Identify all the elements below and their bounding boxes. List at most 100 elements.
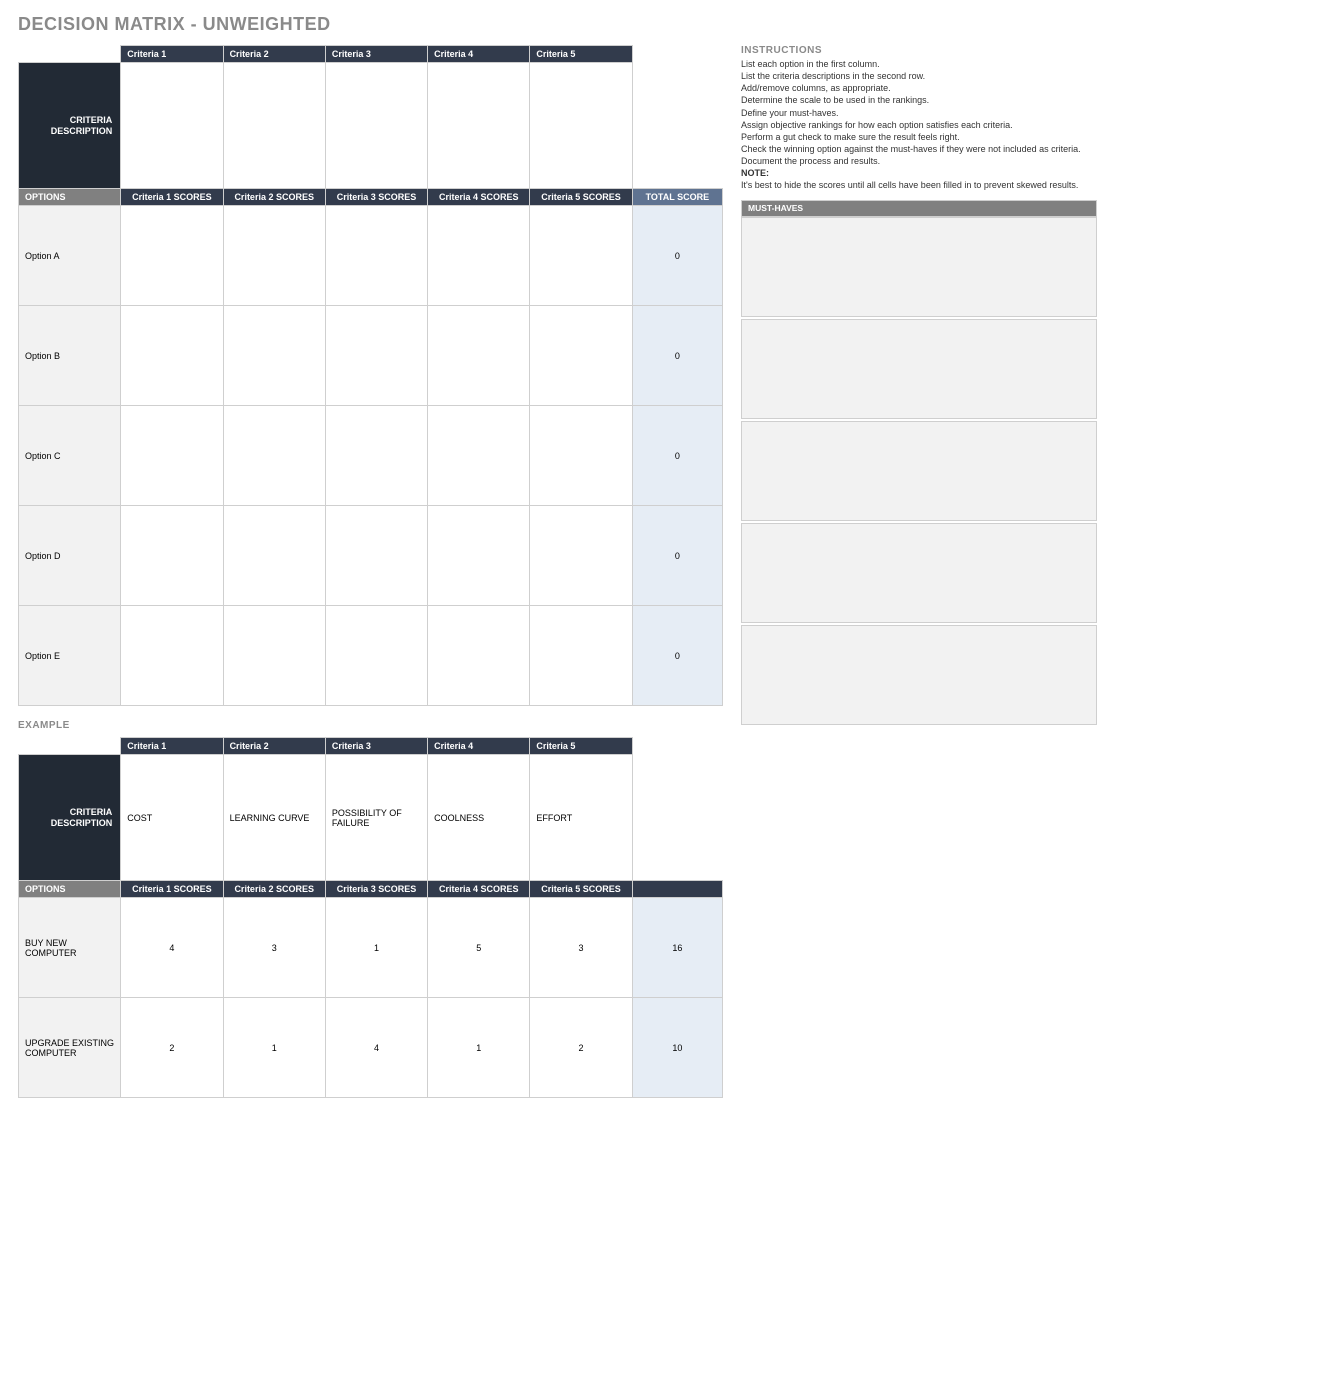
total-score-header	[632, 881, 722, 898]
option-name-cell[interactable]: Option D	[19, 506, 121, 606]
option-name-cell[interactable]: Option A	[19, 206, 121, 306]
table-row: Option A 0	[19, 206, 723, 306]
score-cell[interactable]	[121, 206, 223, 306]
score-cell[interactable]	[223, 406, 325, 506]
score-cell[interactable]	[325, 406, 427, 506]
table-row: Option B 0	[19, 306, 723, 406]
total-score-cell: 0	[632, 606, 722, 706]
score-header: Criteria 5 SCORES	[530, 189, 632, 206]
criteria-description-row: CRITERIA DESCRIPTION	[19, 63, 723, 189]
score-cell[interactable]	[530, 206, 632, 306]
score-cell[interactable]	[428, 506, 530, 606]
score-cell[interactable]	[121, 406, 223, 506]
option-name-cell: UPGRADE EXISTING COMPUTER	[19, 998, 121, 1098]
option-name-cell[interactable]: Option B	[19, 306, 121, 406]
instruction-line: Define your must-haves.	[741, 107, 1097, 119]
total-score-cell: 0	[632, 306, 722, 406]
criteria-description-cell: COOLNESS	[428, 755, 530, 881]
score-cell[interactable]	[121, 506, 223, 606]
score-cell: 4	[325, 998, 427, 1098]
score-cell[interactable]	[223, 506, 325, 606]
main-matrix-table: Criteria 1 Criteria 2 Criteria 3 Criteri…	[18, 45, 723, 706]
criteria-header[interactable]: Criteria 3	[325, 46, 427, 63]
criteria-description-cell[interactable]	[530, 63, 632, 189]
option-name-cell[interactable]: Option C	[19, 406, 121, 506]
instructions-title: INSTRUCTIONS	[741, 45, 1097, 56]
criteria-description-row: CRITERIA DESCRIPTION COST LEARNING CURVE…	[19, 755, 723, 881]
score-header: Criteria 1 SCORES	[121, 189, 223, 206]
table-row: BUY NEW COMPUTER 4 3 1 5 3 16	[19, 898, 723, 998]
must-have-cell[interactable]	[741, 217, 1097, 317]
score-cell[interactable]	[530, 406, 632, 506]
score-cell[interactable]	[428, 606, 530, 706]
score-cell[interactable]	[121, 606, 223, 706]
example-label: EXAMPLE	[18, 720, 723, 731]
criteria-header[interactable]: Criteria 5	[530, 46, 632, 63]
criteria-description-cell[interactable]	[121, 63, 223, 189]
score-header: Criteria 4 SCORES	[428, 881, 530, 898]
total-score-cell: 16	[632, 898, 722, 998]
instruction-line: Check the winning option against the mus…	[741, 143, 1097, 155]
criteria-header[interactable]: Criteria 1	[121, 46, 223, 63]
instruction-line: Determine the scale to be used in the ra…	[741, 94, 1097, 106]
score-header: Criteria 2 SCORES	[223, 881, 325, 898]
score-cell[interactable]	[428, 206, 530, 306]
score-cell: 5	[428, 898, 530, 998]
table-row: Option D 0	[19, 506, 723, 606]
criteria-description-cell: LEARNING CURVE	[223, 755, 325, 881]
score-cell[interactable]	[325, 606, 427, 706]
score-cell[interactable]	[428, 306, 530, 406]
criteria-header[interactable]: Criteria 2	[223, 46, 325, 63]
instruction-line: Document the process and results.	[741, 155, 1097, 167]
total-score-header: TOTAL SCORE	[632, 189, 722, 206]
blank-corner	[632, 63, 722, 189]
score-header: Criteria 1 SCORES	[121, 881, 223, 898]
criteria-header: Criteria 2	[223, 738, 325, 755]
must-haves-header: MUST-HAVES	[741, 200, 1097, 217]
score-cell: 2	[121, 998, 223, 1098]
instruction-line: List the criteria descriptions in the se…	[741, 70, 1097, 82]
score-cell: 2	[530, 998, 632, 1098]
options-header: OPTIONS	[19, 881, 121, 898]
score-cell: 1	[325, 898, 427, 998]
criteria-header: Criteria 3	[325, 738, 427, 755]
score-cell[interactable]	[121, 306, 223, 406]
options-header: OPTIONS	[19, 189, 121, 206]
score-cell[interactable]	[530, 306, 632, 406]
score-cell[interactable]	[223, 606, 325, 706]
option-name-cell[interactable]: Option E	[19, 606, 121, 706]
criteria-header-row: Criteria 1 Criteria 2 Criteria 3 Criteri…	[19, 46, 723, 63]
table-row: UPGRADE EXISTING COMPUTER 2 1 4 1 2 10	[19, 998, 723, 1098]
criteria-header: Criteria 1	[121, 738, 223, 755]
score-header-row: OPTIONS Criteria 1 SCORES Criteria 2 SCO…	[19, 189, 723, 206]
criteria-description-cell[interactable]	[223, 63, 325, 189]
score-cell: 1	[223, 998, 325, 1098]
note-label: NOTE:	[741, 167, 1097, 179]
score-cell[interactable]	[530, 606, 632, 706]
criteria-description-cell[interactable]	[325, 63, 427, 189]
option-name-cell: BUY NEW COMPUTER	[19, 898, 121, 998]
score-cell[interactable]	[530, 506, 632, 606]
blank-corner	[632, 738, 722, 755]
criteria-description-cell[interactable]	[428, 63, 530, 189]
must-have-cell[interactable]	[741, 421, 1097, 521]
criteria-description-cell: EFFORT	[530, 755, 632, 881]
total-score-cell: 0	[632, 506, 722, 606]
total-score-cell: 0	[632, 206, 722, 306]
criteria-header[interactable]: Criteria 4	[428, 46, 530, 63]
must-have-cell[interactable]	[741, 523, 1097, 623]
blank-corner	[632, 46, 722, 63]
score-cell[interactable]	[325, 206, 427, 306]
score-header: Criteria 3 SCORES	[325, 881, 427, 898]
score-cell[interactable]	[325, 506, 427, 606]
instruction-line: Add/remove columns, as appropriate.	[741, 82, 1097, 94]
score-cell[interactable]	[325, 306, 427, 406]
must-have-cell[interactable]	[741, 625, 1097, 725]
score-cell: 4	[121, 898, 223, 998]
score-cell[interactable]	[223, 306, 325, 406]
score-cell[interactable]	[223, 206, 325, 306]
must-have-cell[interactable]	[741, 319, 1097, 419]
criteria-desc-label: CRITERIA DESCRIPTION	[19, 63, 121, 189]
score-cell[interactable]	[428, 406, 530, 506]
criteria-header: Criteria 4	[428, 738, 530, 755]
